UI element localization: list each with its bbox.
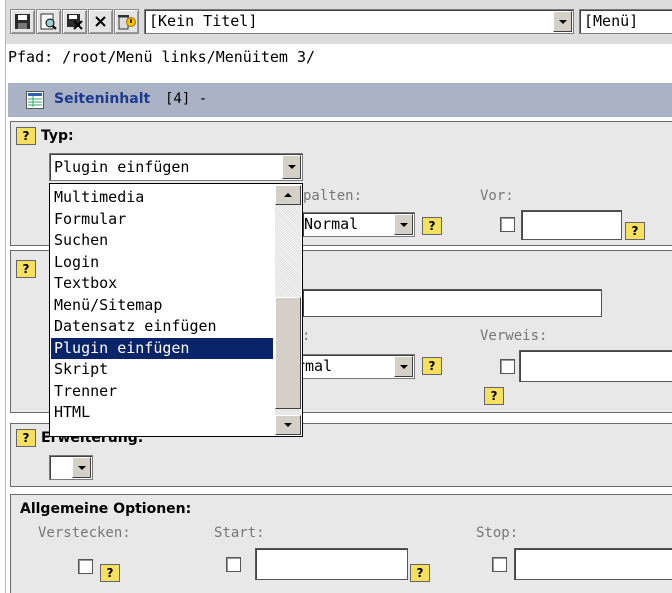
page-title[interactable]: Seiteninhalt (54, 91, 150, 107)
dropdown-option[interactable]: Skript (54, 359, 272, 380)
breadcrumb: Pfad: /root/Menü links/Menüitem 3/ (8, 48, 316, 66)
help-icon[interactable]: ? (16, 127, 36, 145)
help-icon[interactable]: ? (16, 429, 36, 447)
chevron-down-icon[interactable] (394, 356, 413, 377)
dropdown-option[interactable]: Multimedia (54, 187, 272, 208)
partial-label: : (302, 328, 311, 344)
preview-icon[interactable] (36, 9, 61, 34)
dropdown-scrollbar[interactable] (275, 185, 301, 435)
dropdown-option[interactable]: Formular (54, 209, 272, 230)
type-select[interactable]: Plugin einfügen (49, 153, 303, 181)
help-icon[interactable]: ? (16, 260, 36, 278)
dropdown-option[interactable]: Menü/Sitemap (54, 295, 272, 316)
columns-select-value: Normal (304, 215, 359, 233)
dropdown-option[interactable]: Plugin einfügen (51, 337, 273, 359)
scroll-down-icon[interactable] (275, 415, 301, 435)
toolbar: [Kein Titel] [Menü] (6, 0, 672, 44)
dropdown-option[interactable]: Login (54, 252, 272, 273)
help-icon[interactable]: ? (422, 217, 442, 235)
type-label: Typ: (41, 128, 74, 144)
before-label: Vor: (480, 188, 514, 204)
link-label: Verweis: (480, 328, 548, 344)
page-header: Seiteninhalt [4] - (8, 83, 672, 117)
general-options-label: Allgemeine Optionen: (20, 501, 192, 517)
link-checkbox[interactable] (500, 359, 515, 374)
table-icon (26, 91, 44, 109)
dropdown-option[interactable]: Trenner (54, 381, 272, 402)
chevron-down-icon[interactable] (72, 457, 91, 478)
scroll-track[interactable] (275, 205, 301, 297)
scroll-thumb[interactable] (275, 297, 301, 409)
dropdown-option[interactable]: HTML (54, 402, 272, 423)
link-input[interactable] (519, 350, 672, 382)
extension-select[interactable] (49, 455, 93, 480)
header-type-select[interactable]: rmal (295, 354, 415, 379)
start-label: Start: (214, 525, 265, 541)
before-checkbox[interactable] (500, 217, 515, 232)
close-icon[interactable] (88, 9, 113, 34)
columns-label: palten: (303, 188, 363, 204)
help-icon[interactable]: ? (484, 387, 504, 405)
delete-icon[interactable] (114, 9, 139, 34)
menu-select-value: [Menü] (584, 12, 639, 30)
stop-checkbox[interactable] (492, 557, 507, 572)
menu-select[interactable]: [Menü] (579, 9, 672, 34)
dropdown-option[interactable]: Suchen (54, 230, 272, 251)
start-checkbox[interactable] (226, 557, 241, 572)
title-select[interactable]: [Kein Titel] (144, 9, 574, 34)
chevron-down-icon[interactable] (282, 155, 301, 179)
chevron-down-icon[interactable] (394, 214, 413, 235)
help-icon[interactable]: ? (410, 564, 430, 582)
stop-label: Stop: (476, 525, 519, 541)
hide-checkbox[interactable] (78, 559, 93, 574)
type-dropdown-list[interactable]: Multimedia Formular Suchen Login Textbox Menü… (49, 183, 303, 437)
save-icon[interactable] (10, 9, 35, 34)
help-icon[interactable]: ? (100, 564, 120, 582)
page-count: [4] - (165, 91, 208, 107)
before-input[interactable] (521, 210, 622, 240)
header-input[interactable] (302, 289, 602, 317)
start-input[interactable] (255, 548, 408, 580)
type-select-value: Plugin einfügen (54, 158, 190, 176)
dropdown-option[interactable]: Textbox (54, 273, 272, 294)
save-close-icon[interactable] (62, 9, 87, 34)
help-icon[interactable]: ? (625, 222, 645, 240)
chevron-down-icon[interactable] (553, 11, 572, 32)
scroll-up-icon[interactable] (275, 185, 301, 205)
dropdown-option[interactable]: Datensatz einfügen (54, 316, 272, 337)
title-select-value: [Kein Titel] (149, 12, 258, 30)
stop-input[interactable] (514, 548, 672, 580)
hide-label: Verstecken: (38, 525, 131, 541)
columns-select[interactable]: Normal (302, 212, 415, 237)
help-icon[interactable]: ? (422, 357, 442, 375)
